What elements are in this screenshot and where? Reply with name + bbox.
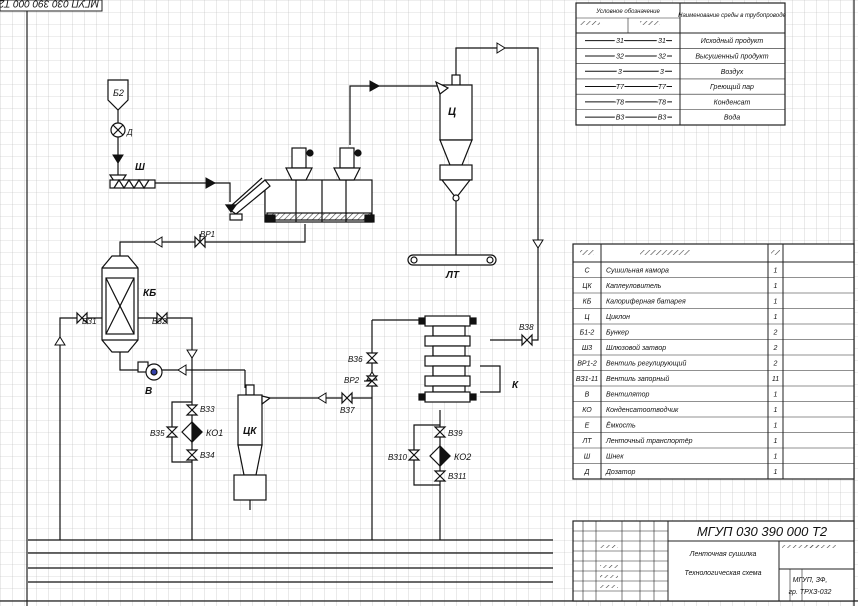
doser — [110, 122, 126, 138]
legend-header-right: Наименование среды в трубопроводе — [678, 13, 786, 19]
label-b2: Б2 — [113, 88, 124, 98]
spec-position: ЛТ — [581, 438, 592, 445]
label-tsk: ЦК — [243, 426, 257, 437]
legend-code-right: Т8 — [658, 99, 666, 106]
legend-header-left: Условное обозначение — [595, 9, 660, 15]
label-vr2: ВР2 — [344, 376, 360, 385]
title-block-name2: Технологическая схема — [685, 570, 762, 577]
spec-quantity: 1 — [774, 469, 778, 476]
spec-position: Е — [585, 422, 590, 429]
label-sh: Ш — [135, 162, 145, 173]
belt-conveyor — [407, 254, 497, 266]
legend-code-left: Т7 — [616, 84, 625, 91]
corner-stamp: МГУП 030 390 000 Т2 — [0, 0, 103, 12]
label-k: К — [512, 380, 519, 391]
title-block-org2: гр. ТРХЗ-032 — [789, 589, 832, 596]
spec-quantity: 11 — [772, 376, 779, 383]
spec-name: Конденсатоотводчик — [606, 406, 679, 414]
drawing-sheet: МГУП 030 390 000 Т2 Условное обозначение… — [0, 0, 858, 606]
label-vz5: ВЗ5 — [150, 429, 165, 438]
spec-quantity: 2 — [773, 345, 778, 352]
legend-code-right: В3 — [658, 115, 667, 122]
calorifer-battery — [101, 255, 139, 353]
label-vz11: ВЗ11 — [448, 472, 466, 481]
label-vz9: ВЗ9 — [448, 429, 463, 438]
legend-code-left: 32 — [616, 53, 624, 60]
spec-position: Б1-2 — [580, 329, 595, 336]
spec-position: КО — [582, 407, 592, 414]
legend-code-right: 3 — [660, 69, 664, 76]
spec-name: Ёмкость — [606, 421, 636, 429]
title-block-name1: Ленточная сушилка — [689, 551, 757, 558]
label-v: В — [145, 386, 152, 397]
legend-medium-name: Исходный продукт — [701, 37, 764, 45]
spec-position: В — [585, 391, 590, 398]
legend-code-left: Т8 — [616, 99, 624, 106]
spec-name: Вентиль запорный — [606, 375, 669, 383]
legend-medium-name: Конденсат — [714, 98, 751, 106]
label-vz1: ВЗ1 — [82, 317, 97, 326]
spec-quantity: 1 — [774, 283, 778, 290]
label-d: Д — [126, 128, 133, 137]
legend-medium-name: Высушенный продукт — [695, 52, 768, 60]
legend-code-right: 32 — [658, 53, 666, 60]
label-vr1: ВР1 — [200, 230, 215, 239]
spec-quantity: 1 — [774, 391, 778, 398]
spec-name: Дозатор — [605, 469, 635, 476]
label-ts: Ц — [448, 106, 456, 118]
label-kb: КБ — [143, 288, 156, 299]
spec-position: КБ — [583, 298, 592, 305]
spec-position: ЦК — [582, 283, 592, 290]
spec-quantity: 2 — [773, 360, 778, 367]
label-vz6: ВЗ6 — [348, 355, 363, 364]
label-vz2: ВЗ2 — [152, 317, 167, 326]
spec-quantity: 2 — [773, 329, 778, 336]
process-flow-diagram: МГУП 030 390 000 Т2 Условное обозначение… — [0, 0, 858, 606]
legend-code-left: 3 — [618, 69, 622, 76]
title-block: МГУП 030 390 000 Т2 Ленточная сушилка Те… — [572, 520, 855, 602]
label-lt: ЛТ — [445, 270, 460, 281]
label-vz4: ВЗ4 — [200, 451, 215, 460]
spec-quantity: 1 — [774, 298, 778, 305]
spec-quantity: 1 — [774, 438, 778, 445]
spec-quantity: 1 — [774, 453, 778, 460]
spec-name: Калориферная батарея — [606, 297, 686, 305]
label-vz10: ВЗ10 — [388, 453, 408, 462]
spec-quantity: 1 — [774, 422, 778, 429]
legend-medium-name: Вода — [724, 114, 740, 122]
legend-code-right: Т7 — [658, 84, 667, 91]
label-vz8: ВЗ8 — [519, 323, 534, 332]
spec-quantity: 1 — [774, 314, 778, 321]
legend-code-right: 31 — [658, 38, 666, 45]
spec-name: Каплеуловитель — [606, 283, 662, 290]
corner-stamp-text: МГУП 030 390 000 Т2 — [0, 0, 99, 8]
legend-medium-name: Греющий пар — [710, 83, 754, 91]
label-ko2: КО2 — [454, 452, 471, 462]
spec-name: Циклон — [606, 314, 630, 321]
legend-table: Условное обозначение Наименование среды … — [575, 2, 787, 126]
spec-position: Ц — [584, 314, 589, 321]
spec-position: ВР1-2 — [577, 360, 597, 367]
spec-name: Вентиль регулирующий — [606, 359, 686, 367]
spec-quantity: 1 — [774, 407, 778, 414]
label-vz7: ВЗ7 — [340, 406, 355, 415]
label-vz3: ВЗ3 — [200, 405, 215, 414]
spec-name: Шнек — [606, 453, 624, 460]
spec-position: Д — [584, 469, 590, 476]
spec-name: Бункер — [606, 329, 629, 336]
spec-quantity: 1 — [774, 267, 778, 274]
title-block-code: МГУП 030 390 000 Т2 — [697, 524, 828, 539]
spec-position: Ш — [584, 453, 591, 460]
label-ko1: КО1 — [206, 428, 223, 438]
spec-name: Вентилятор — [606, 391, 649, 398]
spec-position: Ш3 — [582, 345, 592, 352]
spec-name: Шлюзовой затвор — [606, 344, 666, 352]
spec-position: ВЗ1-11 — [576, 376, 598, 383]
spec-name: Сушильная камора — [606, 267, 669, 274]
legend-code-left: В3 — [616, 115, 625, 122]
legend-code-left: 31 — [616, 38, 624, 45]
spec-name: Ленточный транспортёр — [605, 437, 693, 445]
legend-medium-name: Воздух — [721, 68, 744, 76]
title-block-org1: МГУП, ЗФ, — [793, 577, 828, 584]
